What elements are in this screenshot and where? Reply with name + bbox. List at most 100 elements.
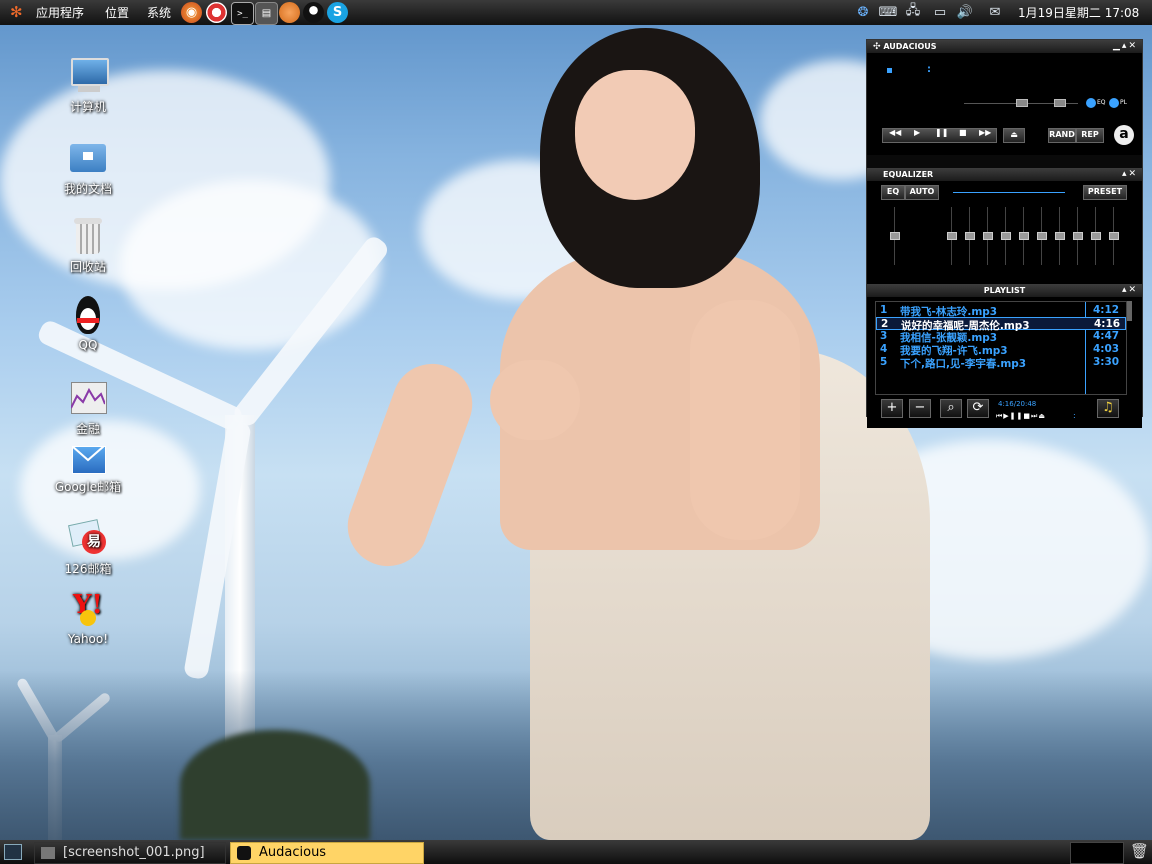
eq-auto-button[interactable]: AUTO [905,185,939,200]
network-icon[interactable]: 🖧 [903,2,923,22]
eq-band-knob[interactable] [1037,232,1047,240]
desktop-icon-label: 126邮箱 [64,562,112,576]
mini-time: : [1073,411,1076,420]
desktop-icon-label: 我的文档 [63,182,112,196]
mail-icon[interactable]: ✉ [985,2,1005,22]
terminal-icon[interactable]: >_ [231,2,254,25]
volume-slider[interactable] [1016,99,1028,107]
eq-band-knob[interactable] [1001,232,1011,240]
pause-icon[interactable]: ❚❚ [935,128,948,137]
qq-icon[interactable] [303,2,324,23]
audacious-title-bar[interactable]: ✣ AUDACIOUS ▁▴✕ [867,40,1142,53]
eq-preset-button[interactable]: PRESET [1083,185,1127,200]
desktop-icon-label: 金融 [75,422,100,436]
audacious-title: AUDACIOUS [883,42,937,51]
audacious-task-icon [237,845,251,860]
next-icon[interactable]: ▶▶ [979,128,991,137]
balance-slider[interactable] [1054,99,1066,107]
equalizer-title: EQUALIZER [883,170,934,179]
seek-track[interactable] [964,103,1044,104]
time-display: : [927,64,931,75]
eq-band-knob[interactable] [983,232,993,240]
task-screenshot[interactable]: [screenshot_001.png] [34,842,226,864]
eq-on-button[interactable]: EQ [881,185,905,200]
playlist-row-selected[interactable]: 2 说好的幸福呢-周杰伦.mp3 4:16 [876,317,1126,332]
playlist-row[interactable]: 4 我要的飞翔-许飞.mp3 4:03 [876,343,1126,357]
bottom-panel: [screenshot_001.png] Audacious 🗑 [0,840,1152,864]
audacious-window: ✣ AUDACIOUS ▁▴✕ : EQ PL ◀◀ ▶ ❚❚ ■ ▶▶ ⏏ R… [866,39,1143,428]
select-icon[interactable]: ⌕ [940,399,962,418]
basketball-icon[interactable] [279,2,300,23]
audacious-main: : EQ PL ◀◀ ▶ ❚❚ ■ ▶▶ ⏏ RAND REP a [867,53,1142,155]
applications-logo-icon[interactable]: ✻ [10,3,23,21]
play-icon[interactable]: ▶ [914,128,920,137]
mini-transport-icons[interactable]: ⏮▶❚❚■⏭⏏ [996,412,1046,421]
menu-applications[interactable]: 应用程序 [36,4,84,21]
show-desktop-icon[interactable] [4,844,22,860]
menu-places[interactable]: 位置 [105,4,129,21]
previous-icon[interactable]: ◀◀ [889,128,901,137]
playlist-list[interactable]: 1 带我飞-林志玲.mp3 4:12 2 说好的幸福呢-周杰伦.mp3 4:16 3 我相… [875,301,1127,395]
trash-icon [68,216,108,256]
desktop-icon-computer[interactable]: 计算机 [43,56,133,115]
skype-icon[interactable]: S [327,2,348,23]
eq-toggle[interactable] [1086,98,1096,108]
desktop-icon-finance[interactable]: 金融 [43,378,133,437]
rep-button[interactable]: REP [1076,128,1104,143]
menu-system[interactable]: 系统 [147,4,171,21]
audacious-menu-icon[interactable]: ✣ [873,42,881,52]
equalizer-panel: EQ AUTO PRESET [867,181,1142,284]
playlist-controls[interactable]: ▴✕ [1122,284,1138,297]
finance-chart-icon [68,378,108,418]
volume-icon[interactable]: 🔊 [955,2,975,22]
playlist-row[interactable]: 1 带我飞-林志玲.mp3 4:12 [876,304,1126,318]
eject-button[interactable]: ⏏ [1003,128,1025,143]
preamp-knob[interactable] [890,232,900,240]
swirl-icon[interactable]: ❂ [853,2,873,22]
eq-band-knob[interactable] [965,232,975,240]
eq-band-knob[interactable] [1109,232,1119,240]
rand-button[interactable]: RAND [1048,128,1076,143]
pl-toggle[interactable] [1109,98,1119,108]
playlist-time: 4:16/20:48 [998,400,1037,408]
firefox-icon[interactable]: ◉ [181,2,202,23]
misc-icon[interactable]: ⟳ [967,399,989,418]
desktop-icon-label: QQ [78,338,98,352]
remove-icon[interactable]: − [909,399,931,418]
playlist-panel: 1 带我飞-林志玲.mp3 4:12 2 说好的幸福呢-周杰伦.mp3 4:16 3 我相… [867,297,1142,428]
top-panel: ✻ 应用程序 位置 系统 ◉ >_ ▤ S ❂ ⌨ 🖧 ▭ 🔊 ✉ 1月19日星… [0,0,1152,25]
eq-band-knob[interactable] [1073,232,1083,240]
desktop-icon-trash[interactable]: 回收站 [43,216,133,275]
eq-band-knob[interactable] [1091,232,1101,240]
playlist-row[interactable]: 5 下个,路口,见-李宇春.mp3 3:30 [876,356,1126,370]
window-controls[interactable]: ▁▴✕ [1113,40,1138,53]
126-mail-icon: 易 [68,518,108,558]
equalizer-controls[interactable]: ▴✕ [1122,168,1138,181]
qq-penguin-icon [68,296,108,336]
add-icon[interactable]: + [881,399,903,418]
keyboard-icon[interactable]: ⌨ [878,2,898,22]
radio-icon[interactable]: ▤ [255,2,278,25]
desktop-icon-label: Google邮箱 [54,480,122,494]
equalizer-title-bar[interactable]: EQUALIZER ▴✕ [867,168,1142,181]
desktop-icon-126mail[interactable]: 易 126邮箱 [43,518,133,577]
workspace-switcher[interactable] [1070,842,1124,864]
trash-applet-icon[interactable]: 🗑 [1130,842,1149,860]
list-menu-icon[interactable]: ♫ [1097,399,1119,418]
eq-band-knob[interactable] [947,232,957,240]
desktop-icon-label: Yahoo! [67,632,109,646]
task-audacious[interactable]: Audacious [230,842,424,864]
desktop-icon-qq[interactable]: QQ [43,296,133,352]
playlist-row[interactable]: 3 我相信-张靓颖.mp3 4:47 [876,330,1126,344]
help-lifebuoy-icon[interactable] [206,2,227,23]
eq-band-knob[interactable] [1019,232,1029,240]
desktop-icon-gmail[interactable]: Google邮箱 [43,444,133,495]
stop-icon[interactable]: ■ [959,128,967,137]
clock[interactable]: 1月19日星期二 17:08 [1018,4,1139,21]
desktop-icon-yahoo[interactable]: Y! Yahoo! [43,590,133,646]
desktop-icon-documents[interactable]: 我的文档 [43,138,133,197]
playlist-title-bar[interactable]: PLAYLIST ▴✕ [867,284,1142,297]
eq-band-knob[interactable] [1055,232,1065,240]
battery-icon[interactable]: ▭ [930,2,950,22]
playlist-scrollbar[interactable] [1127,301,1132,321]
